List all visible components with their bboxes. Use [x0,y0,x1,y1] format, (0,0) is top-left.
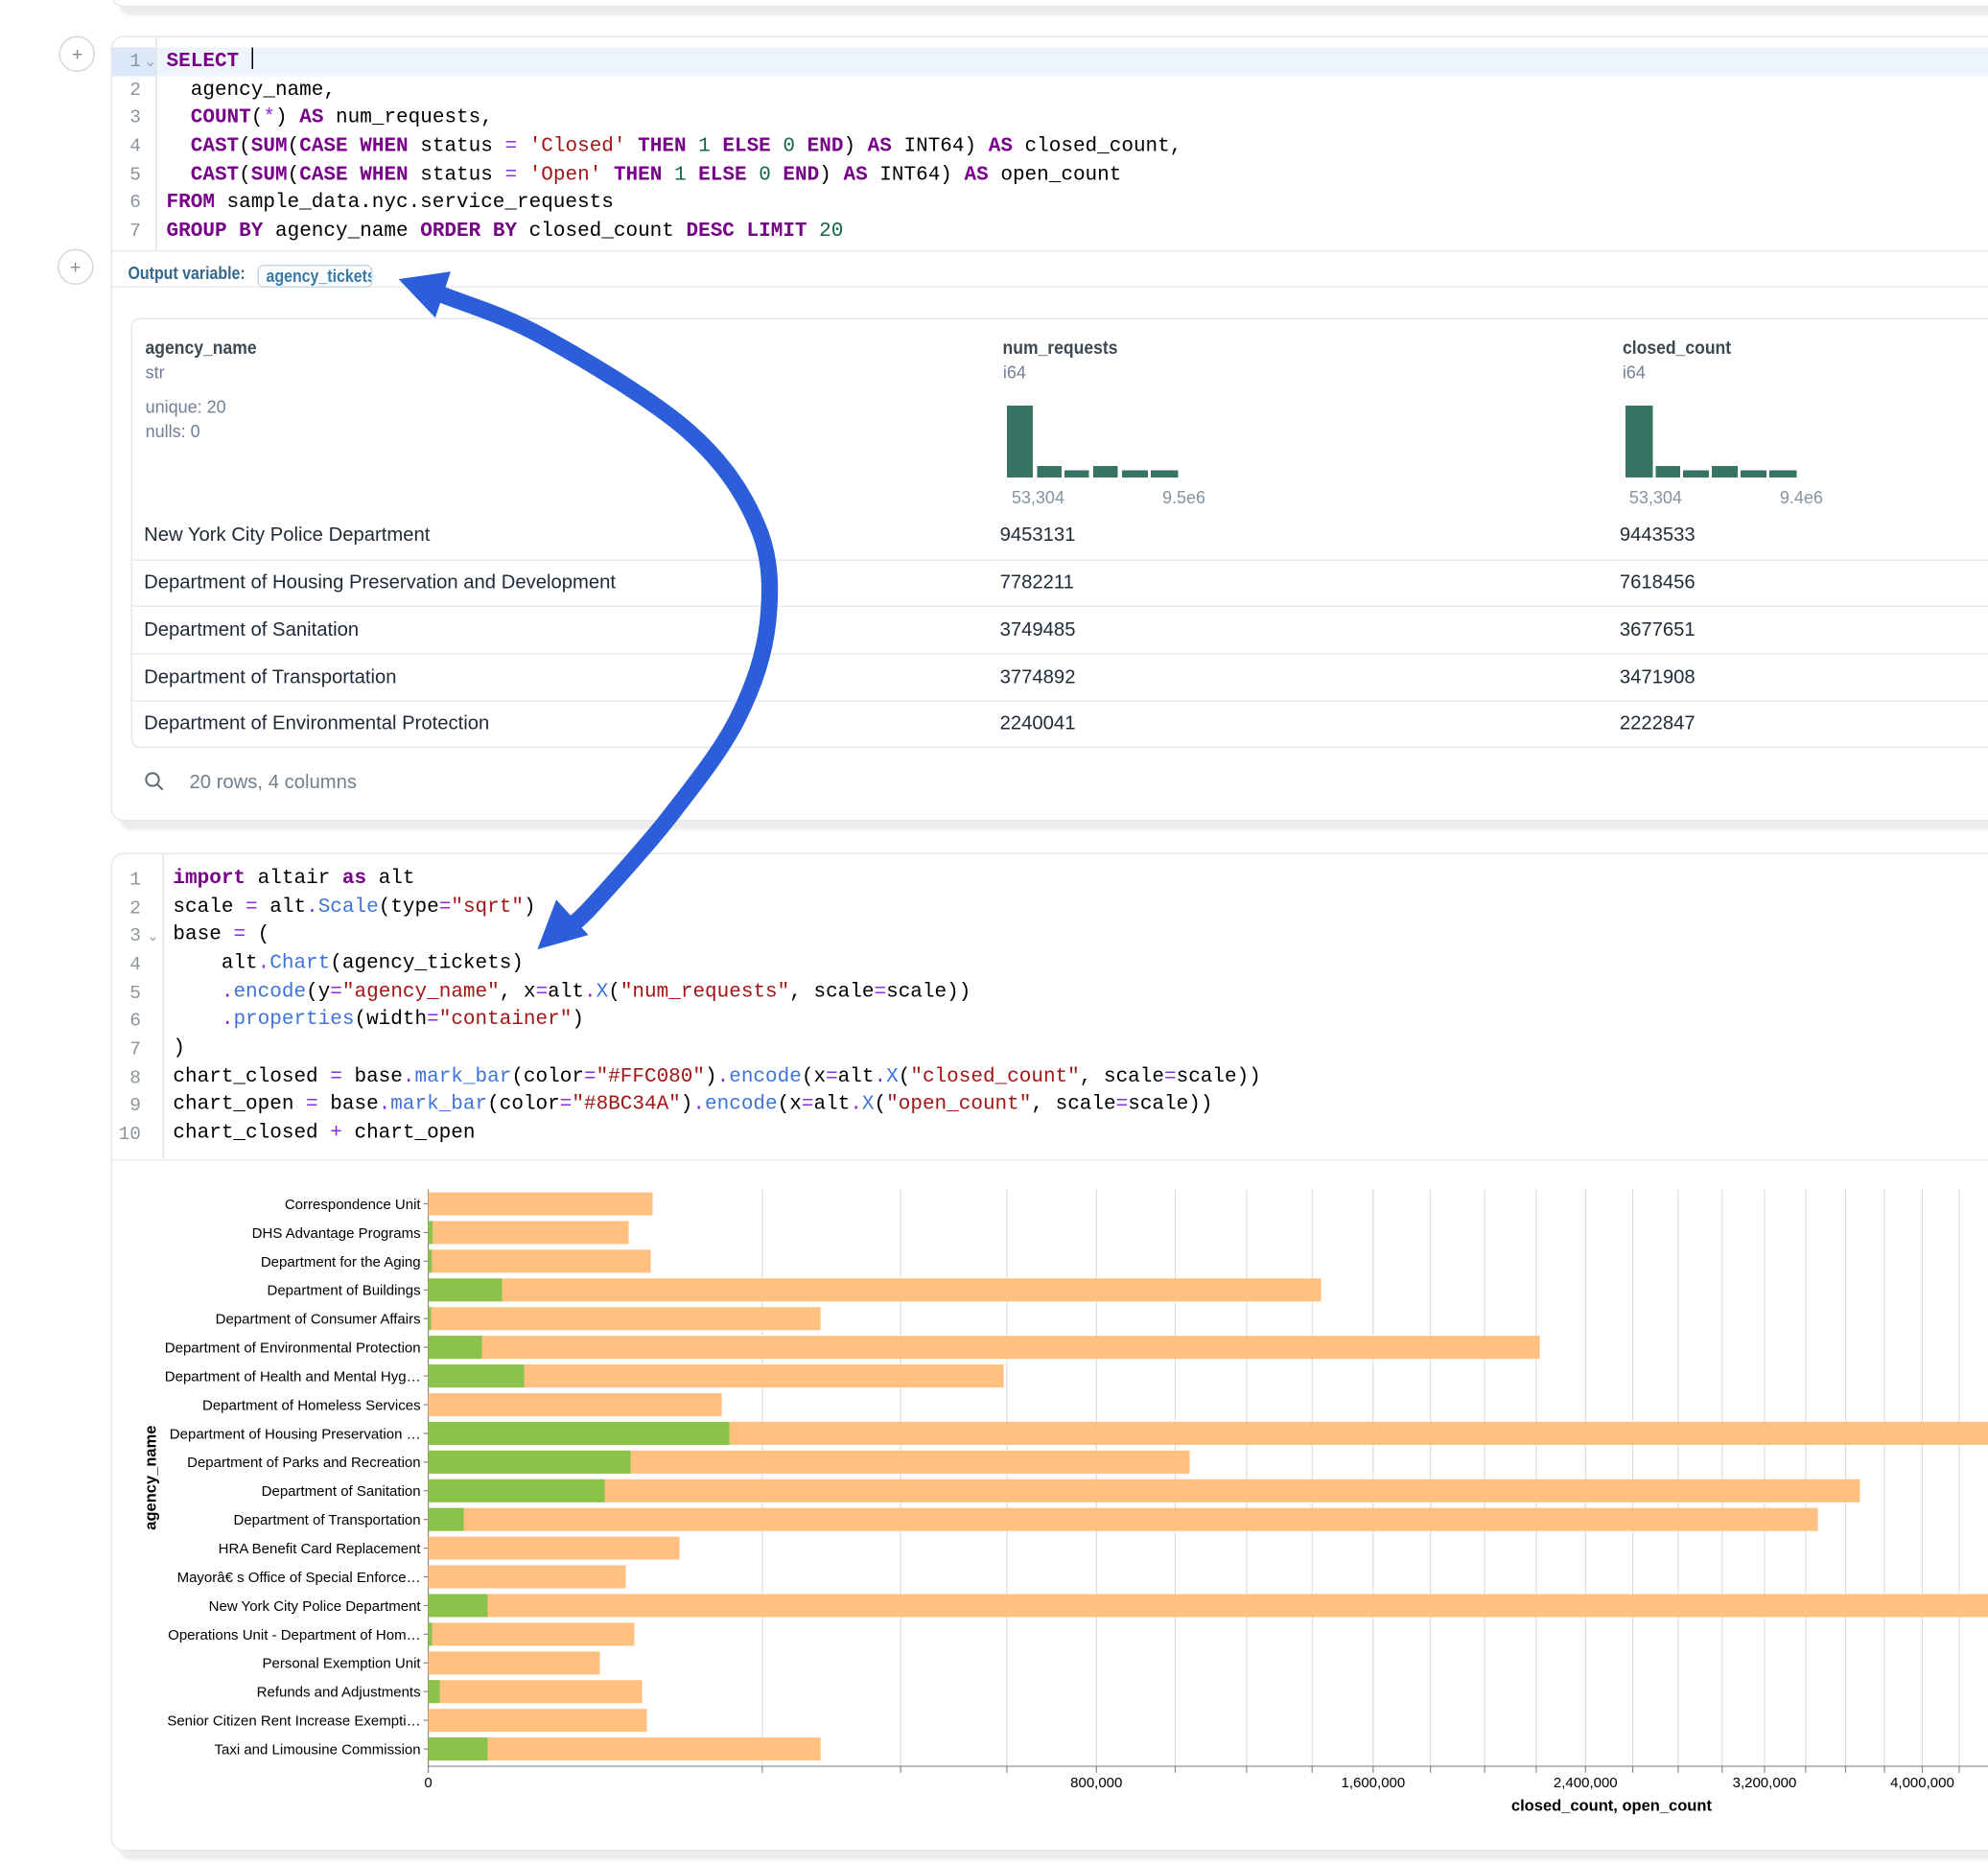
svg-text:agency_name: agency_name [142,1425,159,1529]
svg-text:800,000: 800,000 [1070,1774,1122,1790]
svg-text:DHS Advantage Programs: DHS Advantage Programs [251,1224,420,1241]
svg-text:Department of Health and Menta: Department of Health and Mental Hyg… [164,1368,420,1385]
svg-text:Personal Exemption Unit: Personal Exemption Unit [262,1655,421,1671]
svg-text:4,000,000: 4,000,000 [1890,1774,1954,1790]
svg-text:Senior Citizen Rent Increase E: Senior Citizen Rent Increase Exempti… [167,1713,420,1729]
svg-text:Department of Transportation: Department of Transportation [233,1512,420,1528]
svg-text:Department of Homeless Service: Department of Homeless Services [202,1397,421,1413]
svg-text:Department of Parks and Recrea: Department of Parks and Recreation [187,1455,420,1471]
svg-text:0: 0 [424,1774,432,1790]
svg-text:Operations Unit - Department o: Operations Unit - Department of Hom… [168,1626,420,1643]
svg-text:Mayorâ€ s Office of Special En: Mayorâ€ s Office of Special Enforce… [176,1569,420,1585]
svg-text:2,400,000: 2,400,000 [1553,1774,1617,1790]
svg-text:Department of Environmental Pr: Department of Environmental Protection [164,1340,420,1356]
svg-text:Department of Buildings: Department of Buildings [267,1282,420,1298]
svg-text:Taxi and Limousine Commission: Taxi and Limousine Commission [214,1741,420,1758]
svg-text:closed_count, open_count: closed_count, open_count [1510,1797,1712,1814]
svg-text:Department of Sanitation: Department of Sanitation [261,1483,420,1500]
svg-text:Refunds and Adjustments: Refunds and Adjustments [256,1684,420,1700]
svg-text:HRA Benefit Card Replacement: HRA Benefit Card Replacement [218,1541,421,1557]
svg-text:Department of Consumer Affairs: Department of Consumer Affairs [215,1311,420,1327]
svg-text:Department for the Aging: Department for the Aging [260,1253,420,1270]
svg-text:3,200,000: 3,200,000 [1732,1774,1796,1790]
svg-text:Correspondence Unit: Correspondence Unit [284,1196,421,1212]
svg-text:New York City Police Departmen: New York City Police Department [208,1597,421,1614]
svg-text:Department of Housing Preserva: Department of Housing Preservation … [169,1426,420,1442]
svg-text:1,600,000: 1,600,000 [1341,1774,1405,1790]
